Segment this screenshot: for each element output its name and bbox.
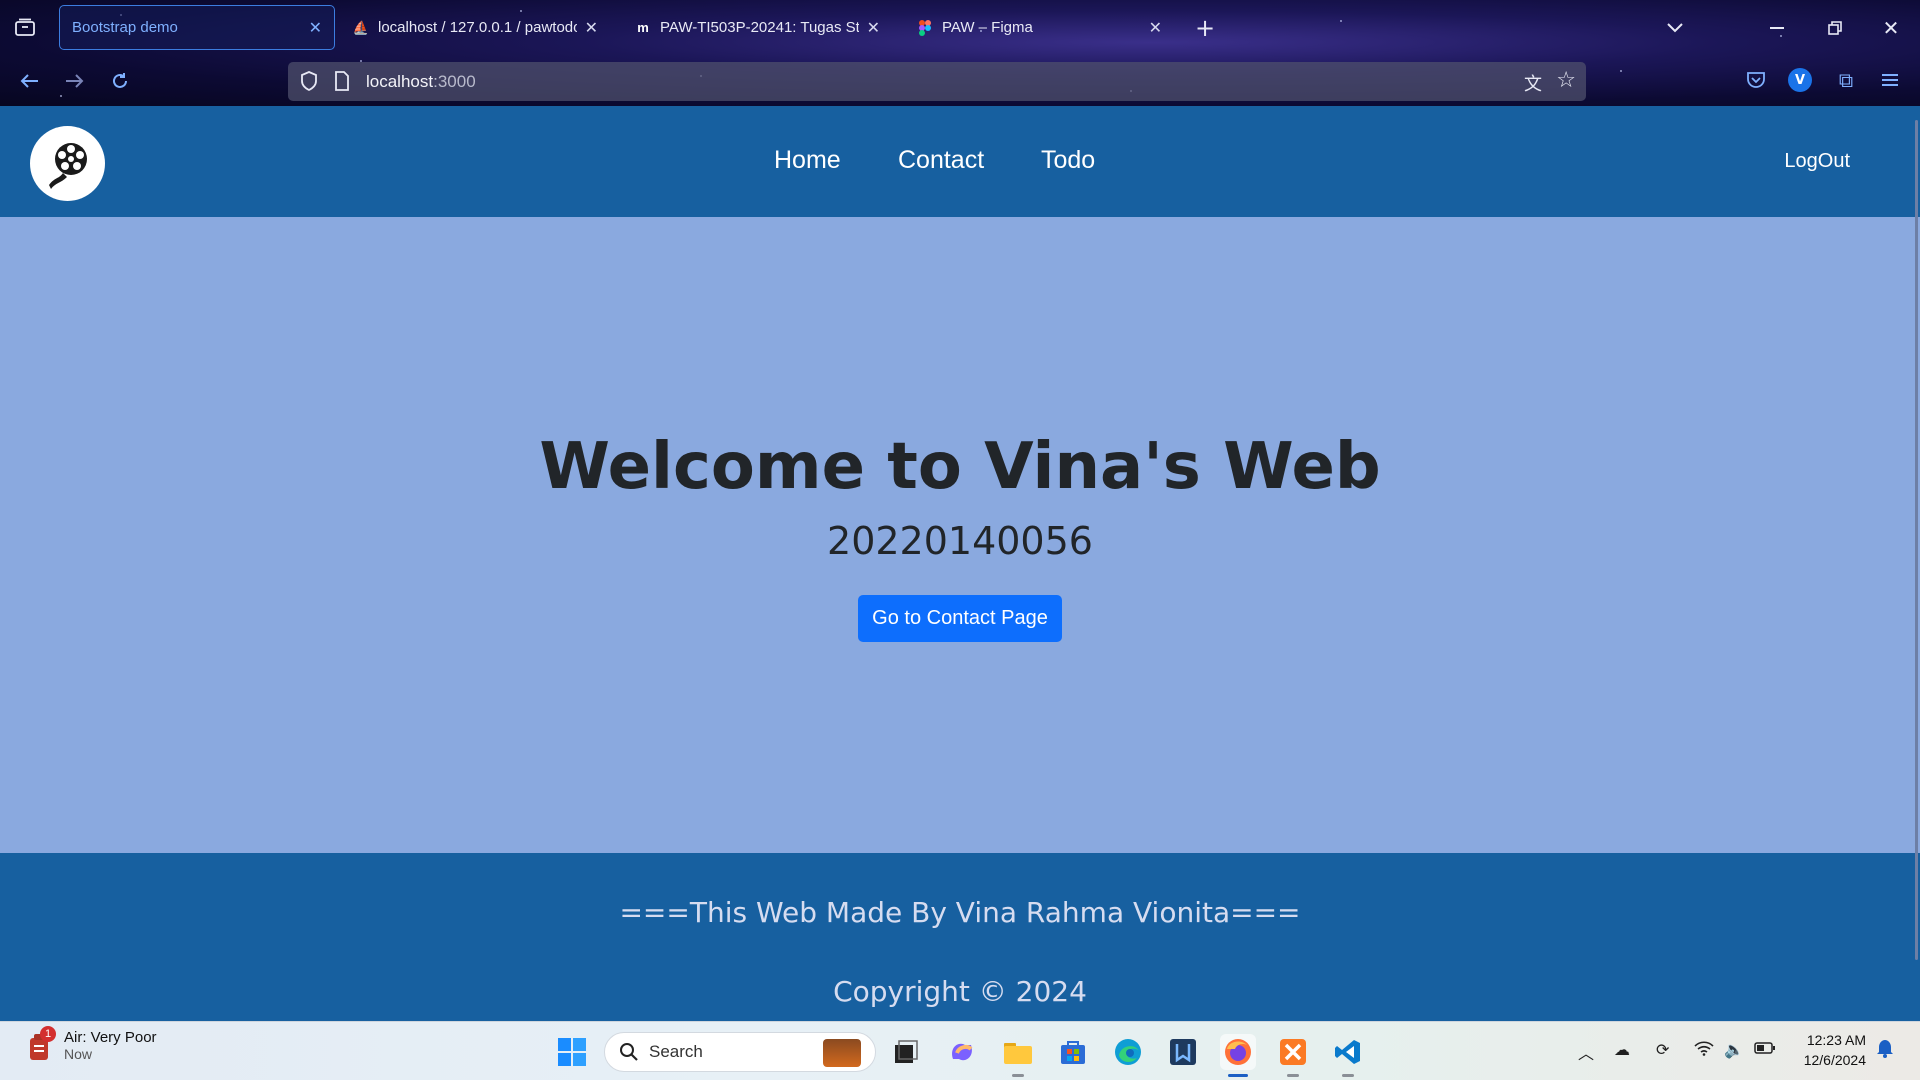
windows-start-icon[interactable] <box>554 1034 590 1070</box>
footer-made-by: ===This Web Made By Vina Rahma Vionita==… <box>619 896 1301 929</box>
go-to-contact-button[interactable]: Go to Contact Page <box>858 595 1062 642</box>
site-navbar: Home Contact Todo LogOut <box>0 106 1920 217</box>
tab-title: PAW – Figma <box>942 19 1033 36</box>
wifi-icon[interactable] <box>1694 1040 1714 1060</box>
back-arrow-icon[interactable] <box>16 67 44 95</box>
battery-icon[interactable] <box>1754 1040 1776 1059</box>
tab-overview-icon[interactable] <box>12 14 38 40</box>
address-bar[interactable]: localhost:3000 文 ☆ <box>288 62 1586 101</box>
hero-section: Welcome to Vina's Web 20220140056 Go to … <box>0 217 1920 853</box>
logout-link[interactable]: LogOut <box>1784 150 1850 173</box>
code-editor-icon[interactable] <box>1165 1034 1201 1070</box>
weather-title: Air: Very Poor <box>64 1028 157 1046</box>
close-window-icon[interactable]: ✕ <box>1876 14 1906 42</box>
tab-bootstrap-demo[interactable]: Bootstrap demo ✕ <box>59 5 335 50</box>
windows-taskbar: 1 Air: Very Poor Now Search ︿ ☁ ⟳ 🔈 12:2… <box>0 1021 1920 1080</box>
volume-icon[interactable]: 🔈 <box>1724 1040 1744 1059</box>
sync-icon[interactable]: ⟳ <box>1656 1040 1669 1059</box>
phpmyadmin-icon: ⛵ <box>352 19 370 35</box>
tab-moodle[interactable]: m PAW-TI503P-20241: Tugas Styling ✕ <box>622 5 892 50</box>
clock-date: 12/6/2024 <box>1803 1052 1866 1068</box>
restore-icon[interactable] <box>1820 15 1850 41</box>
nav-link-contact[interactable]: Contact <box>898 146 984 175</box>
running-indicator <box>1012 1074 1024 1077</box>
edge-browser-icon[interactable] <box>1110 1034 1146 1070</box>
site-footer: ===This Web Made By Vina Rahma Vionita==… <box>0 853 1920 1021</box>
clock-time: 12:23 AM <box>1806 1032 1866 1048</box>
nav-link-home[interactable]: Home <box>774 146 841 175</box>
forward-arrow-icon[interactable] <box>60 67 88 95</box>
page-scrollbar[interactable] <box>1915 120 1918 960</box>
pocket-icon[interactable] <box>1742 66 1770 94</box>
air-quality-icon: 1 <box>24 1026 56 1062</box>
url-text[interactable]: localhost:3000 <box>366 72 476 92</box>
browser-chrome: Bootstrap demo ✕ ⛵ localhost / 127.0.0.1… <box>0 0 1920 106</box>
profile-initial: V <box>1794 72 1806 88</box>
url-host: localhost <box>366 71 434 91</box>
active-indicator <box>1228 1074 1248 1077</box>
hero-student-id: 20220140056 <box>827 519 1093 563</box>
tab-bar: Bootstrap demo ✕ ⛵ localhost / 127.0.0.1… <box>0 0 1920 55</box>
search-icon <box>619 1042 639 1066</box>
onedrive-error-icon[interactable]: ☁ <box>1614 1040 1630 1059</box>
weather-time: Now <box>64 1045 93 1062</box>
minimize-icon[interactable] <box>1762 15 1792 41</box>
running-indicator <box>1342 1074 1354 1077</box>
tab-title: PAW-TI503P-20241: Tugas Styling <box>660 19 859 36</box>
url-port: :3000 <box>433 71 476 91</box>
moodle-icon: m <box>637 20 649 35</box>
tab-title: localhost / 127.0.0.1 / pawtodo <box>378 19 577 36</box>
close-icon[interactable]: ✕ <box>1149 18 1162 38</box>
running-indicator <box>1287 1074 1299 1077</box>
xampp-icon[interactable] <box>1275 1034 1311 1070</box>
tab-title: Bootstrap demo <box>72 19 178 36</box>
bookmark-star-icon[interactable]: ☆ <box>1556 68 1576 93</box>
search-highlight-icon <box>823 1039 861 1067</box>
nav-link-todo[interactable]: Todo <box>1041 146 1095 175</box>
translate-icon[interactable]: 文 <box>1524 70 1542 96</box>
close-icon[interactable]: ✕ <box>867 18 880 38</box>
weather-widget[interactable]: 1 Air: Very Poor Now <box>24 1026 157 1062</box>
microsoft-store-icon[interactable] <box>1055 1034 1091 1070</box>
figma-icon <box>916 19 934 37</box>
task-view-icon[interactable] <box>888 1034 924 1070</box>
vscode-icon[interactable] <box>1330 1034 1366 1070</box>
close-icon[interactable]: ✕ <box>585 18 598 38</box>
file-explorer-icon[interactable] <box>1000 1034 1036 1070</box>
close-icon[interactable]: ✕ <box>309 18 322 38</box>
notification-bell-icon[interactable] <box>1876 1038 1894 1062</box>
extensions-icon[interactable]: ⧉ <box>1832 66 1860 94</box>
taskbar-search[interactable]: Search <box>604 1032 876 1072</box>
system-clock[interactable]: 12:23 AM 12/6/2024 <box>1804 1030 1866 1070</box>
footer-copyright: Copyright © 2024 <box>833 975 1087 1008</box>
profile-avatar[interactable]: V <box>1788 68 1812 92</box>
tab-phpmyadmin[interactable]: ⛵ localhost / 127.0.0.1 / pawtodo ✕ <box>340 5 610 50</box>
tab-figma[interactable]: PAW – Figma ✕ <box>904 5 1174 50</box>
list-all-tabs-icon[interactable] <box>1660 15 1690 41</box>
new-tab-icon[interactable]: + <box>1192 14 1218 42</box>
notification-badge: 1 <box>40 1026 56 1042</box>
search-label: Search <box>649 1042 703 1061</box>
page-info-icon[interactable] <box>334 71 350 95</box>
shield-icon[interactable] <box>300 71 318 95</box>
chevron-up-icon[interactable]: ︿ <box>1578 1040 1594 1064</box>
firefox-icon[interactable] <box>1220 1034 1256 1070</box>
reload-icon[interactable] <box>106 67 134 95</box>
copilot-icon[interactable] <box>944 1034 980 1070</box>
navigation-toolbar: localhost:3000 文 ☆ V ⧉ <box>0 55 1920 106</box>
hero-title: Welcome to Vina's Web <box>539 430 1381 504</box>
menu-hamburger-icon[interactable] <box>1876 66 1904 94</box>
film-reel-logo[interactable] <box>30 126 105 201</box>
